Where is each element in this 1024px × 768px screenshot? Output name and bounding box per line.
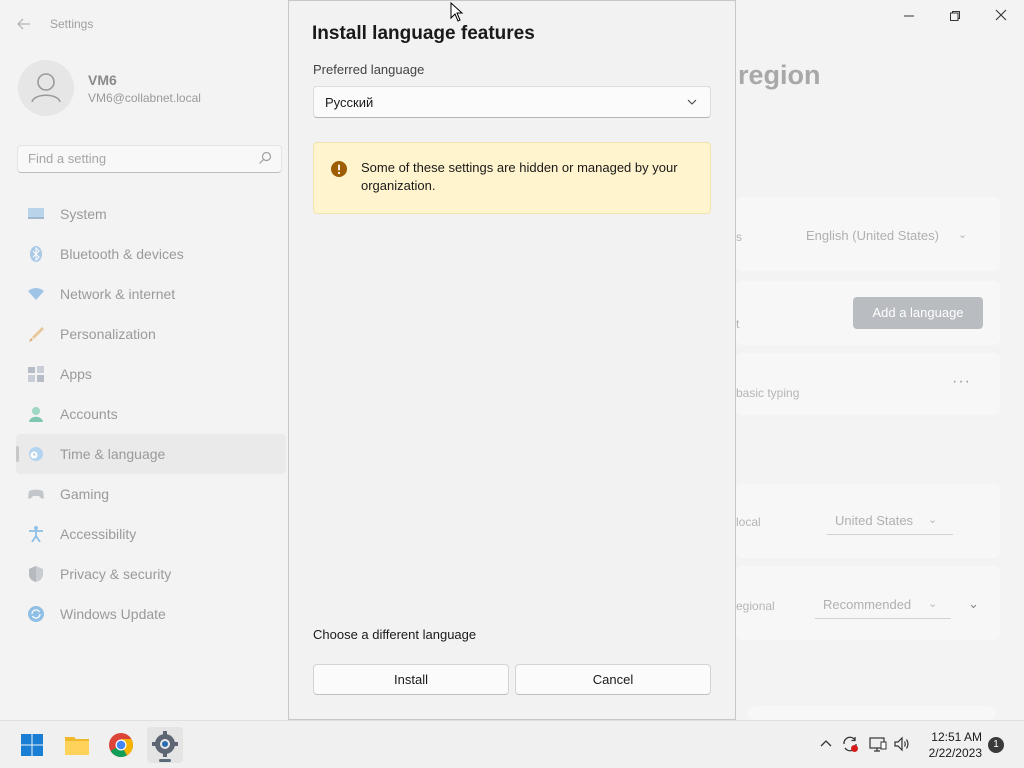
- taskbar: 12:51 AM 2/22/2023 1: [0, 720, 1024, 768]
- user-icon: [31, 73, 61, 103]
- regional-format-value[interactable]: Recommended: [823, 597, 911, 612]
- sidebar-item-label: Accessibility: [60, 526, 137, 542]
- sidebar-item-label: System: [60, 206, 107, 222]
- profile-email: VM6@collabnet.local: [88, 91, 201, 105]
- sidebar-item-label: Apps: [60, 366, 92, 382]
- shield-icon: [29, 566, 43, 582]
- apps-icon: [28, 366, 44, 382]
- dropdown-underline: [827, 534, 953, 535]
- bluetooth-icon: [30, 246, 42, 262]
- display-language-card: s English (United States) ⌄: [736, 197, 1000, 271]
- sidebar-item-label: Time & language: [60, 446, 166, 462]
- sidebar-item-system[interactable]: System: [16, 194, 286, 234]
- close-icon: [995, 9, 1007, 21]
- sidebar-item-personalization[interactable]: Personalization: [16, 314, 286, 354]
- sync-alert-icon[interactable]: [841, 735, 859, 753]
- settings-app-icon: [152, 731, 178, 757]
- sidebar-item-label: Gaming: [60, 486, 110, 502]
- chevron-down-icon: ⌄: [928, 598, 938, 610]
- sidebar-item-accounts[interactable]: Accounts: [16, 394, 286, 434]
- back-button[interactable]: [14, 14, 34, 34]
- file-explorer-button[interactable]: [59, 727, 95, 763]
- lower-card: [748, 706, 996, 720]
- more-options-icon[interactable]: ···: [952, 373, 971, 391]
- sidebar-item-windows-update[interactable]: Windows Update: [16, 594, 286, 634]
- back-arrow-icon: [17, 18, 30, 30]
- regional-format-card: egional Recommended ⌄ ⌄: [736, 566, 1000, 640]
- maximize-button[interactable]: [938, 6, 972, 28]
- choose-different-language-link[interactable]: Choose a different language: [313, 627, 476, 642]
- cancel-button[interactable]: Cancel: [515, 664, 711, 695]
- close-button[interactable]: [984, 6, 1018, 28]
- minimize-button[interactable]: [892, 6, 926, 28]
- notification-badge[interactable]: 1: [988, 737, 1004, 753]
- sidebar-item-gaming[interactable]: Gaming: [16, 474, 286, 514]
- managed-settings-notice: Some of these settings are hidden or man…: [313, 142, 711, 214]
- preferred-language-label: Preferred language: [313, 62, 425, 77]
- network-icon: [28, 288, 44, 300]
- preferred-language-select[interactable]: Русский: [313, 86, 711, 118]
- notice-text: Some of these settings are hidden or man…: [361, 160, 678, 193]
- sidebar-item-accessibility[interactable]: Accessibility: [16, 514, 286, 554]
- active-app-indicator: [159, 759, 171, 762]
- sidebar-item-label: Bluetooth & devices: [60, 246, 184, 262]
- search-icon: [259, 151, 272, 164]
- clock-date[interactable]: 2/22/2023: [912, 746, 982, 760]
- country-region-card: local United States ⌄: [736, 484, 1000, 558]
- network-monitor-icon[interactable]: [869, 735, 887, 753]
- chevron-down-icon: [687, 99, 697, 105]
- maximize-icon: [950, 11, 960, 21]
- sidebar-item-label: Privacy & security: [60, 566, 172, 582]
- page-title: region: [738, 60, 821, 90]
- chrome-button[interactable]: [103, 727, 139, 763]
- app-title: Settings: [50, 17, 94, 31]
- profile-name: VM6: [88, 72, 117, 88]
- gamepad-icon: [28, 489, 44, 499]
- avatar[interactable]: [18, 60, 74, 116]
- clock-time[interactable]: 12:51 AM: [912, 730, 982, 744]
- chevron-down-icon: ⌄: [958, 229, 968, 241]
- add-language-button[interactable]: Add a language: [853, 297, 983, 329]
- sidebar-item-privacy[interactable]: Privacy & security: [16, 554, 286, 594]
- country-value[interactable]: United States: [835, 513, 913, 528]
- sidebar-item-time-language[interactable]: Time & language: [16, 434, 286, 474]
- install-language-dialog: Install language features Preferred lang…: [288, 0, 736, 720]
- sidebar-item-label: Network & internet: [60, 286, 176, 302]
- chevron-down-icon: ⌄: [928, 514, 938, 526]
- update-icon: [28, 606, 44, 622]
- dropdown-underline: [815, 618, 951, 619]
- sidebar-item-apps[interactable]: Apps: [16, 354, 286, 394]
- file-explorer-icon: [65, 737, 89, 755]
- chrome-icon: [109, 733, 133, 758]
- search-placeholder: Find a setting: [28, 151, 107, 166]
- search-input[interactable]: Find a setting: [17, 145, 282, 173]
- warning-icon: [331, 161, 347, 177]
- expand-chevron-icon[interactable]: ⌄: [968, 596, 979, 612]
- globe-clock-icon: [29, 447, 43, 461]
- selected-language: Русский: [325, 95, 374, 110]
- sidebar-nav: System Bluetooth & devices Network & int…: [16, 194, 286, 634]
- selection-indicator: [16, 446, 19, 462]
- dialog-title: Install language features: [312, 23, 535, 44]
- system-icon: [28, 208, 44, 219]
- start-button[interactable]: [14, 727, 50, 763]
- sidebar-item-label: Windows Update: [60, 606, 166, 622]
- minimize-icon: [904, 15, 914, 17]
- accounts-icon: [29, 407, 43, 422]
- brush-icon: [29, 327, 44, 342]
- mouse-cursor-icon: [450, 2, 464, 22]
- settings-taskbar-button[interactable]: [147, 727, 183, 763]
- sidebar-item-bluetooth[interactable]: Bluetooth & devices: [16, 234, 286, 274]
- accessibility-icon: [29, 526, 43, 542]
- volume-icon[interactable]: [893, 735, 911, 753]
- sidebar-item-label: Personalization: [60, 326, 156, 342]
- sidebar-item-label: Accounts: [60, 406, 118, 422]
- start-icon: [21, 734, 43, 756]
- sidebar-item-network[interactable]: Network & internet: [16, 274, 286, 314]
- display-language-value[interactable]: English (United States): [806, 228, 939, 243]
- install-button[interactable]: Install: [313, 664, 509, 695]
- chevron-up-icon[interactable]: [817, 735, 835, 753]
